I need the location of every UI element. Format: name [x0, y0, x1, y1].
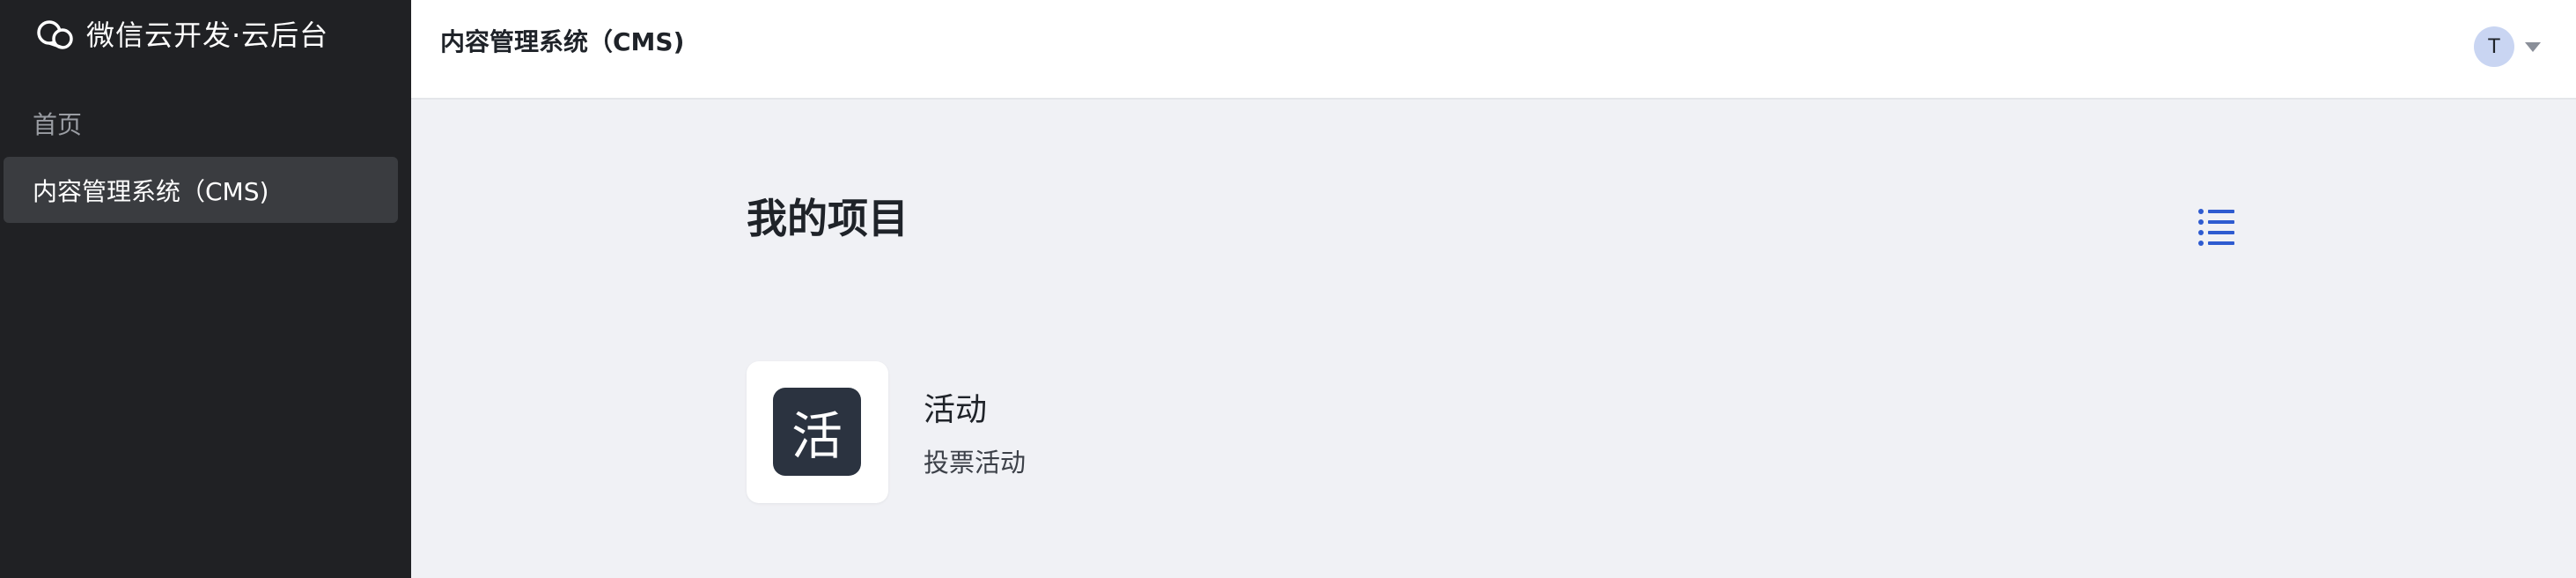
brand-name: 微信云开发·云后台 [86, 19, 329, 52]
brand[interactable]: 微信云开发·云后台 [33, 12, 328, 55]
section-title: 我的项目 [747, 195, 909, 242]
project-icon: 活 [773, 388, 861, 476]
project-icon-container[interactable]: 活 [747, 361, 888, 503]
app-root: 微信云开发·云后台 首页 内容管理系统（CMS) 内容管理系统（CMS) T 我… [0, 0, 2576, 578]
caret-down-icon[interactable] [2525, 41, 2541, 52]
top-header: 内容管理系统（CMS) T [411, 0, 2576, 100]
sidebar: 微信云开发·云后台 首页 内容管理系统（CMS) [0, 0, 411, 578]
user-menu[interactable]: T [2474, 26, 2541, 67]
sidebar-item-home[interactable]: 首页 [33, 106, 82, 141]
sidebar-item-label: 内容管理系统（CMS) [33, 176, 269, 206]
cloud-icon [37, 20, 73, 49]
project-name[interactable]: 活动 [924, 384, 987, 430]
project-description: 投票活动 [924, 448, 1027, 478]
page-title: 内容管理系统（CMS) [440, 27, 685, 56]
list-icon[interactable] [2196, 204, 2238, 247]
avatar[interactable]: T [2474, 26, 2514, 67]
project-card[interactable]: 活 活动 投票活动 [747, 361, 1187, 504]
sidebar-item-cms[interactable]: 内容管理系统（CMS) [4, 157, 398, 223]
